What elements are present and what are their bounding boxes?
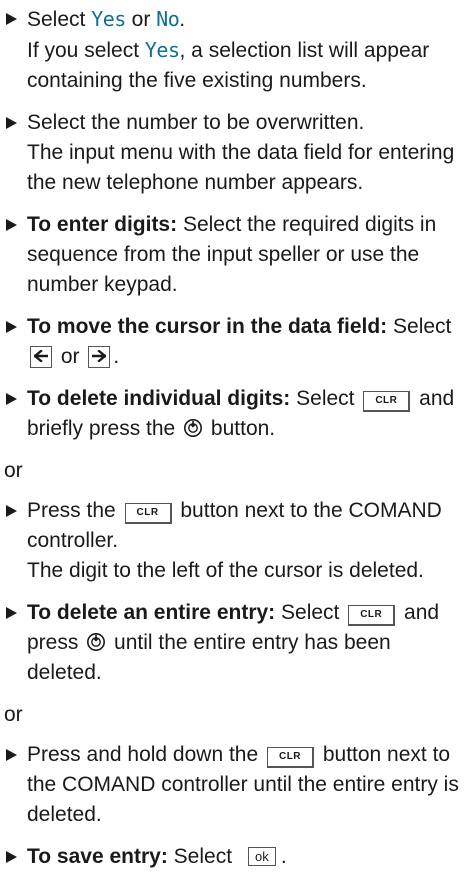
step-result: The digit to the left of the cursor is d… — [27, 559, 424, 582]
step-text: To save entry: Select ok. — [27, 845, 287, 868]
arrow-left-icon — [30, 346, 52, 368]
instruction-page: Select Yes or No. If you select Yes, a s… — [0, 0, 466, 868]
step-heading: To move the cursor in the data field: — [27, 315, 388, 338]
option-yes: Yes — [91, 7, 126, 31]
step-delete-digits: To delete individual digits: Select CLR … — [4, 384, 466, 444]
step-heading: To delete individual digits: — [27, 387, 291, 410]
step-text: Press and hold down the CLR button next … — [27, 743, 459, 826]
step-select-yes-no: Select Yes or No. If you select Yes, a s… — [4, 4, 466, 96]
controller-press-icon — [86, 631, 106, 651]
step-press-clr: Press the CLR button next to the COMAND … — [4, 496, 466, 586]
step-text: Select Yes or No. — [27, 7, 186, 31]
clr-key: CLR — [348, 605, 396, 626]
step-hold-clr: Press and hold down the CLR button next … — [4, 740, 466, 830]
clr-key: CLR — [363, 391, 411, 412]
step-heading: To save entry: — [27, 845, 168, 868]
ok-key: ok — [247, 847, 276, 866]
option-yes: Yes — [144, 38, 180, 62]
step-text: To enter digits: Select the required dig… — [27, 213, 437, 296]
step-text: Select the number to be overwritten. — [27, 111, 365, 134]
controller-press-icon — [183, 417, 203, 437]
step-text: To delete individual digits: Select CLR … — [27, 387, 455, 440]
step-text: To delete an entire entry: Select CLR an… — [27, 601, 440, 684]
clr-key: CLR — [267, 747, 314, 768]
arrow-right-icon — [88, 346, 111, 368]
step-text: Press the CLR button next to the COMAND … — [27, 499, 442, 552]
step-select-number: Select the number to be overwritten. The… — [4, 108, 466, 198]
step-enter-digits: To enter digits: Select the required dig… — [4, 210, 466, 300]
step-text: To move the cursor in the data field: Se… — [27, 315, 452, 368]
step-move-cursor: To move the cursor in the data field: Se… — [4, 312, 466, 372]
step-result: The input menu with the data field for e… — [27, 141, 455, 194]
step-heading: To delete an entire entry: — [27, 601, 276, 624]
or-separator: or — [4, 459, 23, 482]
or-separator: or — [4, 703, 23, 726]
clr-key: CLR — [124, 503, 172, 524]
step-heading: To enter digits: — [27, 213, 178, 236]
step-save-entry: To save entry: Select ok. — [4, 842, 466, 872]
step-delete-entry: To delete an entire entry: Select CLR an… — [4, 598, 466, 688]
step-result: If you select Yes, a selection list will… — [27, 38, 430, 92]
option-no: No — [156, 7, 180, 31]
